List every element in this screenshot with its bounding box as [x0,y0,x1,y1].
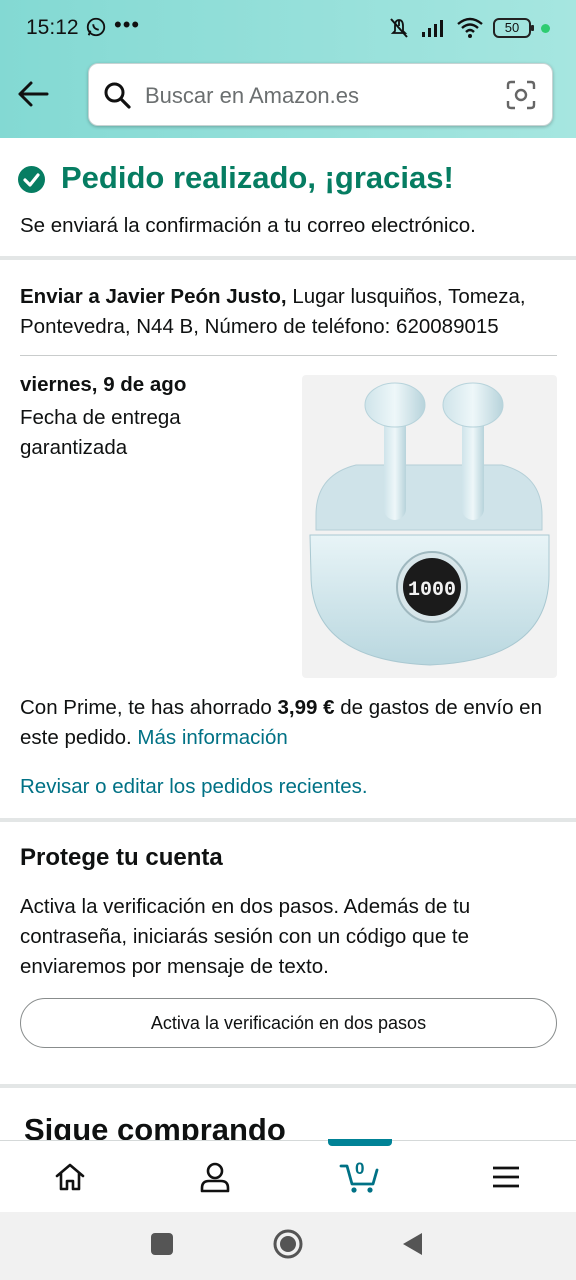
app-header: 15:12 ••• 50 Buscar en Amazon.es [0,0,576,138]
keep-shopping-title: Sigue comprando [24,1112,286,1142]
account-icon [200,1162,230,1193]
delivery-note: Fecha de entrega garantizada [20,406,181,459]
prime-savings: Con Prime, te has ahorrado 3,99 € de gas… [20,693,565,753]
confirmation-title: Pedido realizado, ¡gracias! [61,160,454,195]
whatsapp-icon [86,17,106,37]
status-bar: 15:12 ••• 50 [0,0,576,56]
wifi-icon [457,17,483,38]
home-button-icon[interactable] [272,1228,304,1260]
enable-2fa-button[interactable]: Activa la verificación en dos pasos [20,998,557,1048]
order-confirmation: Pedido realizado, ¡gracias! Se enviará l… [0,138,576,260]
status-time: 15:12 [26,16,79,39]
system-nav-bar [0,1212,576,1280]
camera-scan-icon[interactable] [506,80,536,110]
section-divider [0,1084,576,1088]
mute-icon [390,18,408,38]
nav-menu[interactable] [466,1141,546,1213]
ship-to-name: Enviar a Javier Peón Justo, [20,285,287,308]
cart-count: 0 [355,1159,365,1178]
battery-icon: 50 [493,18,534,38]
prime-text: Con Prime, te has ahorrado [20,696,278,719]
status-icons: 50 [387,15,550,41]
protect-title: Protege tu cuenta [20,844,223,871]
delivery-date: viernes, 9 de ago [20,373,187,396]
bottom-nav: 0 [0,1139,576,1213]
privacy-indicator [541,23,550,33]
home-icon [55,1163,85,1191]
back-triangle-icon[interactable] [400,1231,424,1257]
search-input[interactable]: Buscar en Amazon.es [145,83,359,109]
menu-icon [493,1166,519,1188]
review-orders-link[interactable]: Revisar o editar los pedidos recientes. [20,775,368,799]
recents-icon[interactable] [150,1232,174,1256]
nav-home[interactable] [30,1141,110,1213]
search-bar[interactable]: Buscar en Amazon.es [88,63,553,126]
product-image[interactable]: 1000 [302,375,557,678]
nav-account[interactable] [175,1141,255,1213]
check-circle-icon [18,166,45,193]
protect-description: Activa la verificación en dos pasos. Ade… [20,895,471,978]
more-notifications-icon: ••• [114,12,141,37]
back-arrow-icon[interactable] [16,78,50,110]
case-display-text: 1000 [408,579,456,602]
prime-amount: 3,99 € [277,696,335,719]
confirmation-subtitle: Se enviará la confirmación a tu correo e… [20,214,476,237]
divider [20,355,557,356]
more-info-link[interactable]: Más información [137,726,287,749]
shipping-address: Enviar a Javier Peón Justo, Lugar lusqui… [20,282,560,342]
signal-icon [422,20,443,37]
search-icon [104,82,131,109]
main-content: Pedido realizado, ¡gracias! Se enviará l… [0,138,576,830]
protect-account-section: Protege tu cuenta Activa la verificación… [0,822,576,1084]
